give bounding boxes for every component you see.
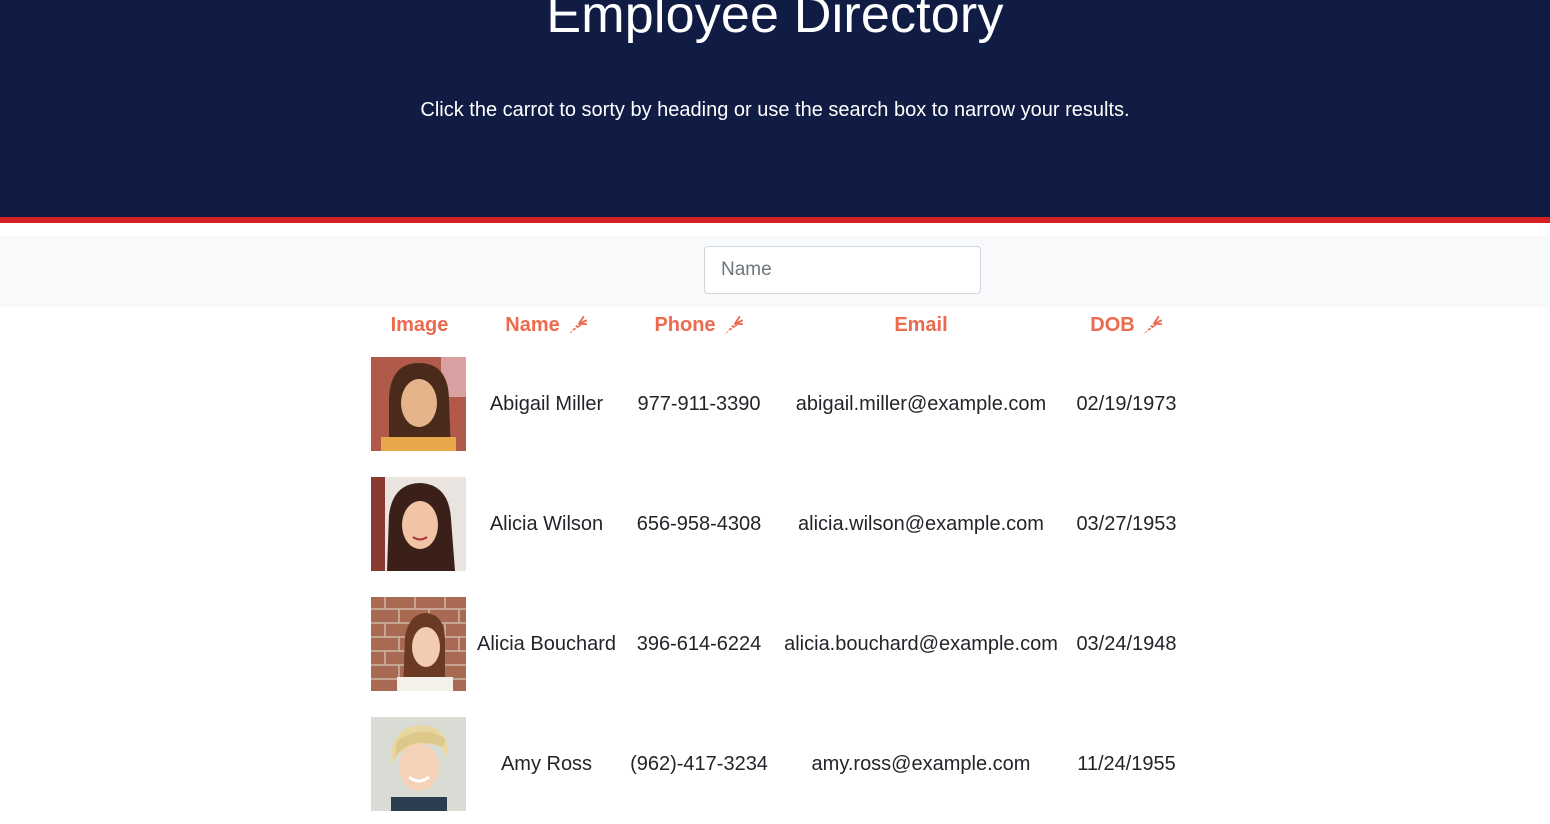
employee-name: Amy Ross <box>500 752 593 775</box>
column-header-label: Name <box>505 314 560 336</box>
column-header-label: Image <box>390 314 449 336</box>
employee-name: Alicia Bouchard <box>477 632 616 655</box>
employee-email: alicia.bouchard@example.com <box>784 632 1058 655</box>
column-header-label: Phone <box>654 314 716 336</box>
carrot-icon[interactable] <box>1141 315 1163 337</box>
employee-photo-cell <box>371 464 468 584</box>
employee-photo-cell <box>371 584 468 704</box>
employee-email: amy.ross@example.com <box>811 752 1031 775</box>
employee-email: abigail.miller@example.com <box>795 392 1047 415</box>
search-input[interactable] <box>704 246 981 294</box>
employee-phone: (962)-417-3234 <box>630 752 768 775</box>
employee-photo <box>371 597 466 691</box>
employee-photo <box>371 357 466 451</box>
table-row: Alicia Bouchard 396-614-6224 alicia.bouc… <box>371 584 1184 704</box>
column-header-label: DOB <box>1090 314 1135 336</box>
column-header-label: Email <box>894 314 948 336</box>
employee-dob: 11/24/1955 <box>1077 752 1176 775</box>
employee-name: Abigail Miller <box>489 392 604 415</box>
employee-photo <box>371 477 466 571</box>
table-row: Alicia Wilson 656-958-4308 alicia.wilson… <box>371 464 1184 584</box>
employee-phone: 977-911-3390 <box>637 392 761 415</box>
employee-dob: 02/19/1973 <box>1076 392 1177 415</box>
employee-phone: 396-614-6224 <box>636 632 762 655</box>
employee-photo <box>371 717 466 811</box>
column-header-name: Name <box>468 307 625 344</box>
employee-phone: 656-958-4308 <box>636 512 762 535</box>
column-header-image: Image <box>371 307 468 344</box>
table-header-row: Image Name Phone Email DOB <box>371 307 1184 344</box>
header-accent-stripe <box>0 217 1550 223</box>
employee-photo-cell <box>371 704 468 824</box>
column-header-dob: DOB <box>1069 307 1184 344</box>
column-header-phone: Phone <box>625 307 773 344</box>
employee-dob: 03/24/1948 <box>1076 632 1177 655</box>
employee-table: Image Name Phone Email DOB Abigail Mille… <box>371 307 1184 824</box>
table-row: Amy Ross (962)-417-3234 amy.ross@example… <box>371 704 1184 824</box>
employee-name: Alicia Wilson <box>489 512 604 535</box>
employee-dob: 03/27/1953 <box>1076 512 1177 535</box>
carrot-icon[interactable] <box>722 315 744 337</box>
carrot-icon[interactable] <box>566 315 588 337</box>
employee-photo-cell <box>371 344 468 464</box>
table-row: Abigail Miller 977-911-3390 abigail.mill… <box>371 344 1184 464</box>
page-header: Employee Directory Click the carrot to s… <box>0 0 1550 217</box>
search-bar <box>0 236 1550 307</box>
employee-email: alicia.wilson@example.com <box>798 512 1044 535</box>
page-subtitle: Click the carrot to sorty by heading or … <box>420 99 1130 121</box>
column-header-email: Email <box>773 307 1069 344</box>
page-title: Employee Directory <box>546 0 1004 44</box>
